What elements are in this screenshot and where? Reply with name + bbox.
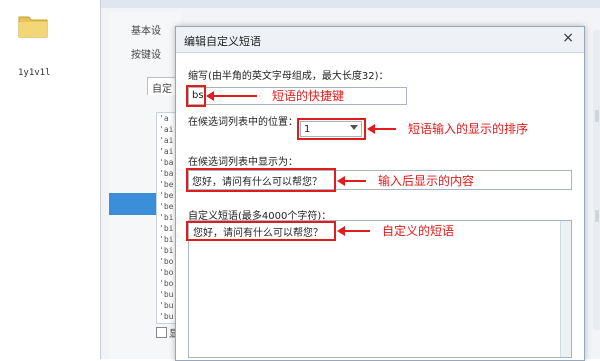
display-label: 在候选词列表中显示为： — [188, 157, 298, 168]
nav-basic-settings[interactable]: 基本设 — [131, 22, 161, 37]
display-highlight — [186, 168, 336, 192]
abbr-highlight — [186, 85, 206, 107]
tab-custom[interactable]: 自定 — [147, 77, 177, 95]
arrow-display — [337, 176, 366, 186]
dialog-title: 编辑自定义短语 — [184, 35, 261, 48]
dialog-titlebar: 编辑自定义短语 × — [176, 27, 584, 53]
desktop: 1y1v1l — [0, 0, 100, 359]
abbr-label: 缩写(由半角的英文字母组成，最大长度32)： — [188, 71, 389, 82]
nav-key-settings[interactable]: 按键设 — [131, 46, 161, 61]
arrow-phrase — [337, 226, 370, 236]
annotation-phrase: 自定义的短语 — [382, 224, 455, 238]
settings-titlebar — [101, 0, 600, 8]
edit-phrase-dialog: 编辑自定义短语 × 缩写(由半角的英文字母组成，最大长度32)： bs 在候选词… — [175, 26, 585, 361]
arrow-abbr — [206, 91, 257, 101]
textarea-scrollbar[interactable] — [560, 221, 571, 357]
folder-icon[interactable] — [18, 12, 48, 38]
desktop-file-label[interactable]: 1y1v1l — [18, 68, 51, 78]
annotation-display: 输入后显示的内容 — [378, 174, 475, 188]
annotation-position: 短语输入的显示的排序 — [408, 122, 529, 136]
close-icon[interactable]: × — [562, 31, 574, 45]
right-panel-edge — [593, 30, 600, 330]
edge-item — [595, 210, 599, 222]
arrow-position — [367, 124, 396, 134]
show-checkbox[interactable] — [156, 327, 167, 338]
phrase-highlight — [186, 221, 336, 241]
position-label: 在候选词列表中的位置： — [188, 117, 298, 128]
annotation-abbr: 短语的快捷键 — [272, 89, 345, 103]
edge-item — [595, 110, 599, 122]
position-highlight — [297, 118, 366, 140]
